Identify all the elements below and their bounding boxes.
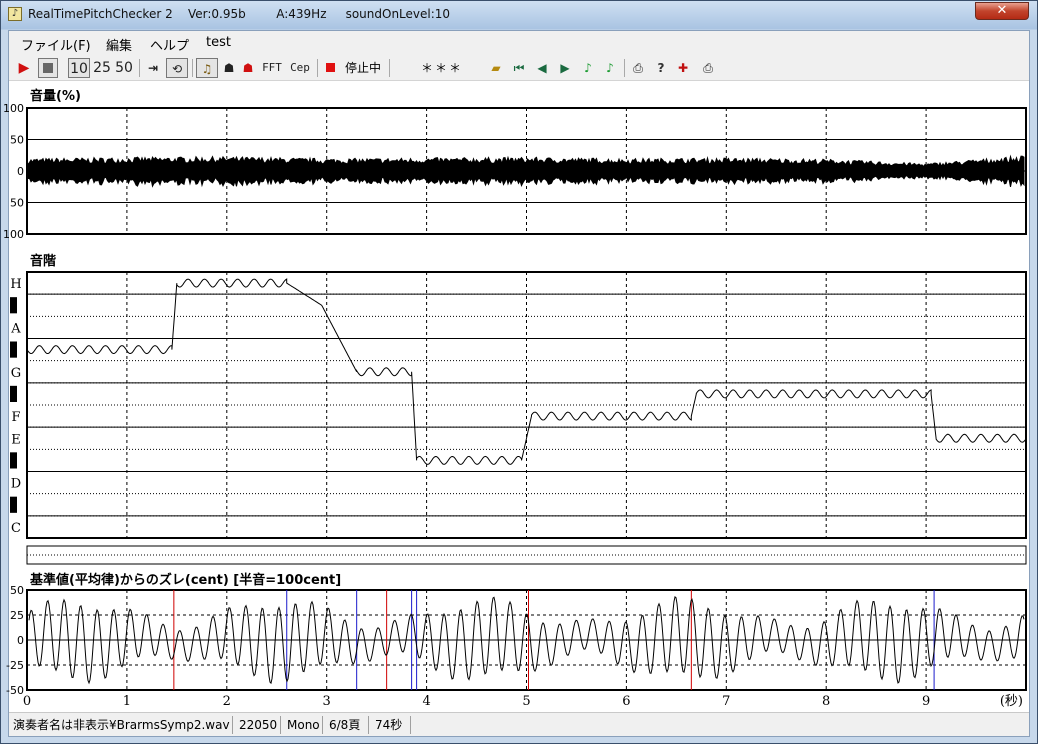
time-tick-label: 5 [522, 694, 530, 709]
marker-icon[interactable]: ✚ [675, 58, 691, 78]
black-key [10, 297, 17, 314]
note-label-A: A [10, 321, 21, 336]
volume-y-tick-label: 50 [10, 134, 24, 147]
note-alt-icon[interactable]: ♪ [601, 58, 619, 78]
note-icon[interactable]: ♪ [579, 58, 597, 78]
fft-button[interactable]: FFT [259, 58, 285, 78]
note-label-D: D [11, 477, 21, 492]
prev-page-icon[interactable]: ◀ [533, 58, 551, 78]
record-icon[interactable] [322, 58, 338, 78]
time-tick-label: 7 [722, 694, 730, 709]
cent-y-tick-label: -50 [6, 684, 24, 697]
volume-chart: 100 50 0 50 100 [3, 102, 1027, 241]
violin-icon[interactable]: ♫ [196, 58, 218, 78]
note-label-C: C [11, 521, 21, 536]
black-key [10, 452, 17, 469]
time-tick-label: 0 [23, 694, 31, 709]
toolbar-separator [317, 59, 318, 77]
status-duration: 74秒 [371, 716, 411, 734]
black-key [10, 385, 17, 402]
jump-end-icon[interactable]: ⇥ [144, 58, 162, 78]
pitch-display: ＊＊＊ [421, 61, 464, 75]
volume-y-tick-label: 50 [10, 197, 24, 210]
note-label-E: E [11, 432, 21, 447]
time-tick-label: 6 [622, 694, 630, 709]
scale-chart: H A G FE D C [10, 271, 1027, 565]
status-label: 停止中 [345, 61, 382, 75]
window-title: RealTimePitchChecker 2 Ver:0.95b A:439Hz… [28, 7, 451, 21]
status-rate: 22050 [235, 716, 281, 734]
note-label-G: G [11, 366, 21, 381]
time-tick-label: 3 [323, 694, 331, 709]
time-tick-label: 8 [822, 694, 830, 709]
time-tick-label: 2 [223, 694, 231, 709]
time-tick-label: 4 [422, 694, 430, 709]
status-page: 6/8頁 [325, 716, 369, 734]
cent-y-tick-label: -25 [6, 659, 24, 672]
menu-file[interactable]: ファイル(F) [21, 35, 91, 54]
next-page-icon[interactable]: ▶ [556, 58, 574, 78]
person-icon[interactable]: ☗ [221, 58, 237, 78]
time-unit-label: (秒) [1000, 694, 1023, 709]
person-red-icon[interactable]: ☗ [240, 58, 256, 78]
print-icon[interactable]: ⎙ [629, 58, 647, 78]
status-channels: Mono [283, 716, 323, 734]
black-key [10, 496, 17, 513]
cent-y-tick-label: 0 [17, 634, 24, 647]
toolbar-separator [624, 59, 625, 77]
cep-button[interactable]: Cep [287, 58, 313, 78]
stop-icon [43, 63, 53, 73]
volume-y-tick-label: 100 [3, 102, 24, 115]
menu-bar: ファイル(F) 編集 ヘルプ test [9, 31, 1029, 55]
app-icon[interactable]: ♪ [8, 7, 22, 21]
status-file: 演奏者名は非表示¥BrarmsSymp2.wav [9, 716, 233, 734]
stop-button[interactable] [38, 58, 58, 78]
first-page-icon[interactable]: ⏮ [510, 58, 528, 78]
speed-25-button[interactable]: 25 [92, 58, 112, 78]
menu-test[interactable]: test [206, 35, 231, 50]
toolbar-separator [192, 59, 193, 77]
title-bar[interactable]: ♪ RealTimePitchChecker 2 Ver:0.95b A:439… [1, 1, 1037, 29]
help-icon[interactable]: ? [653, 58, 669, 78]
cent-y-tick-label: 50 [10, 584, 24, 597]
play-icon[interactable]: ▶ [15, 58, 33, 78]
volume-y-tick-label: 0 [17, 165, 24, 178]
cent-y-tick-label: 25 [10, 609, 24, 622]
scale-panel-title: 音階 [30, 254, 57, 269]
volume-y-tick-label: 100 [3, 228, 24, 241]
time-tick-label: 9 [922, 694, 930, 709]
speed-10-button[interactable]: 10 [68, 58, 90, 78]
menu-help[interactable]: ヘルプ [150, 35, 189, 54]
black-key [10, 341, 17, 358]
note-label-F: F [11, 410, 20, 425]
toolbar-separator [139, 59, 140, 77]
loop-icon[interactable]: ⟲ [166, 58, 188, 78]
note-label-H: H [10, 277, 21, 292]
close-button[interactable]: ✕ [975, 2, 1029, 20]
toolbar-separator [389, 59, 390, 77]
status-bar: 演奏者名は非表示¥BrarmsSymp2.wav 22050 Mono 6/8頁… [9, 712, 1029, 736]
app-window: ♪ RealTimePitchChecker 2 Ver:0.95b A:439… [0, 0, 1038, 744]
time-tick-label: 1 [123, 694, 131, 709]
folder-open-icon[interactable]: ▰ [487, 58, 505, 78]
client-area: ファイル(F) 編集 ヘルプ test ▶ 10 25 50 ⇥ ⟲ ♫ ☗ ☗… [3, 30, 1030, 737]
cent-chart: 50250-25-500 1 2 3 4 5 6 7 8 9 (秒) [6, 584, 1027, 709]
menu-edit[interactable]: 編集 [106, 35, 132, 54]
print-alt-icon[interactable]: ⎙ [699, 58, 717, 78]
toolbar: ▶ 10 25 50 ⇥ ⟲ ♫ ☗ ☗ FFT Cep 停止中 ＊＊＊ ▰ ⏮… [9, 55, 1029, 81]
speed-50-button[interactable]: 50 [114, 58, 134, 78]
